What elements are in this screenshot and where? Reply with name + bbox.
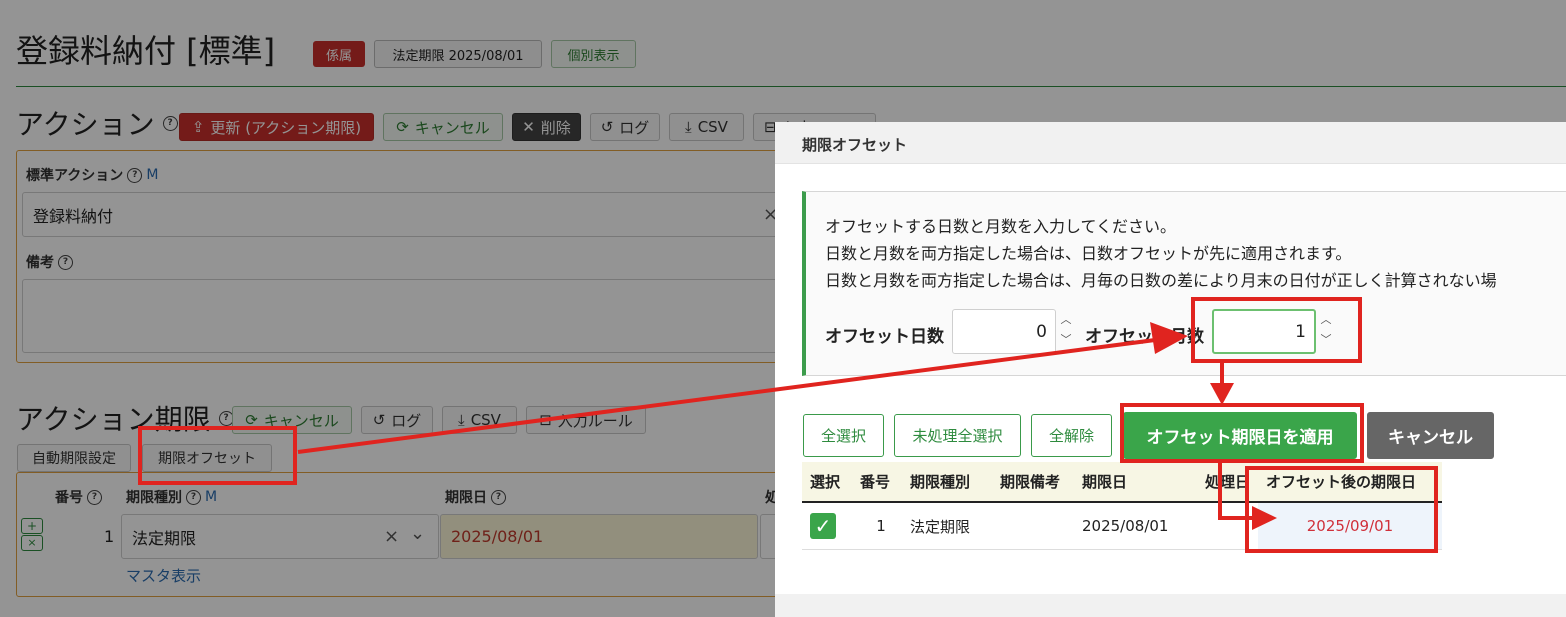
arrow-to-months-input (297, 322, 1188, 454)
arrow-to-apply-button (1210, 363, 1234, 405)
annotation-arrows (297, 322, 1277, 530)
arrow-to-new-date (1218, 463, 1277, 530)
